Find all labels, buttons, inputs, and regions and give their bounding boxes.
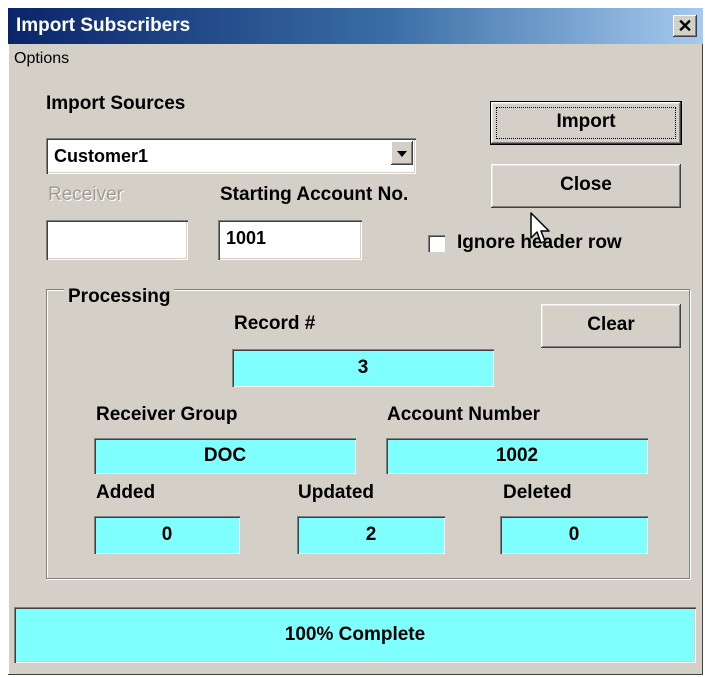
import-sources-value: Customer1 bbox=[54, 146, 149, 166]
receiver-group-value: DOC bbox=[94, 438, 356, 474]
receiver-group-label: Receiver Group bbox=[96, 404, 238, 425]
close-icon[interactable]: ✕ bbox=[673, 15, 697, 37]
starting-account-label: Starting Account No. bbox=[220, 184, 409, 205]
added-value: 0 bbox=[94, 516, 240, 554]
close-button[interactable]: Close bbox=[491, 164, 681, 208]
record-number-value: 3 bbox=[232, 349, 494, 387]
import-sources-dropdown[interactable]: Customer1 bbox=[46, 138, 416, 174]
import-sources-label: Import Sources bbox=[46, 93, 186, 114]
receiver-input[interactable] bbox=[46, 220, 188, 260]
starting-account-value: 1001 bbox=[226, 228, 267, 248]
receiver-label: Receiver bbox=[48, 184, 123, 205]
import-subscribers-dialog: Import Subscribers ✕ Options Import Sour… bbox=[8, 8, 703, 675]
processing-legend: Processing bbox=[64, 286, 175, 308]
window-title: Import Subscribers bbox=[16, 15, 191, 36]
updated-label: Updated bbox=[298, 482, 374, 503]
progress-bar: 100% Complete bbox=[14, 607, 696, 663]
menu-options[interactable]: Options bbox=[14, 50, 69, 68]
progress-text: 100% Complete bbox=[284, 624, 426, 645]
ignore-header-checkbox[interactable] bbox=[428, 235, 445, 252]
import-button[interactable]: Import bbox=[490, 101, 682, 145]
clear-button-label: Clear bbox=[587, 314, 635, 335]
record-number-label: Record # bbox=[234, 313, 316, 334]
menu-bar: Options bbox=[8, 46, 703, 72]
mouse-pointer-icon bbox=[530, 212, 550, 244]
deleted-value: 0 bbox=[500, 516, 648, 554]
deleted-label: Deleted bbox=[503, 482, 572, 503]
account-number-label: Account Number bbox=[387, 404, 541, 425]
title-bar[interactable]: Import Subscribers ✕ bbox=[8, 8, 703, 44]
import-button-label: Import bbox=[556, 111, 616, 132]
updated-value: 2 bbox=[297, 516, 445, 554]
close-button-label: Close bbox=[560, 174, 612, 195]
starting-account-input[interactable]: 1001 bbox=[218, 220, 362, 260]
account-number-value: 1002 bbox=[386, 438, 648, 474]
added-label: Added bbox=[96, 482, 156, 503]
clear-button[interactable]: Clear bbox=[541, 304, 681, 348]
chevron-down-icon[interactable] bbox=[391, 141, 413, 165]
